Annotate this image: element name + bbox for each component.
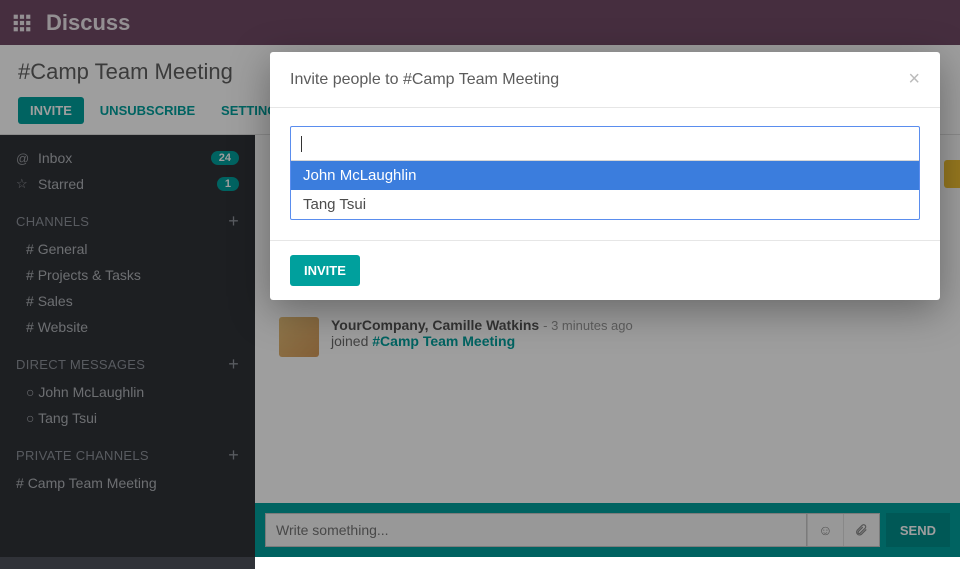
option-label: Tang Tsui [303,196,366,213]
option-label: John McLaughlin [303,167,416,184]
modal-title: Invite people to #Camp Team Meeting [290,71,908,89]
close-icon[interactable]: × [908,68,920,91]
text-caret [301,136,302,152]
invite-modal: Invite people to #Camp Team Meeting × Jo… [270,52,940,300]
invite-option[interactable]: John McLaughlin [291,161,919,190]
invite-input-wrap[interactable] [291,127,919,160]
invite-option[interactable]: Tang Tsui [291,190,919,219]
invite-options: John McLaughlin Tang Tsui [291,160,919,219]
invite-select[interactable]: John McLaughlin Tang Tsui [290,126,920,220]
modal-invite-button[interactable]: INVITE [290,255,360,286]
